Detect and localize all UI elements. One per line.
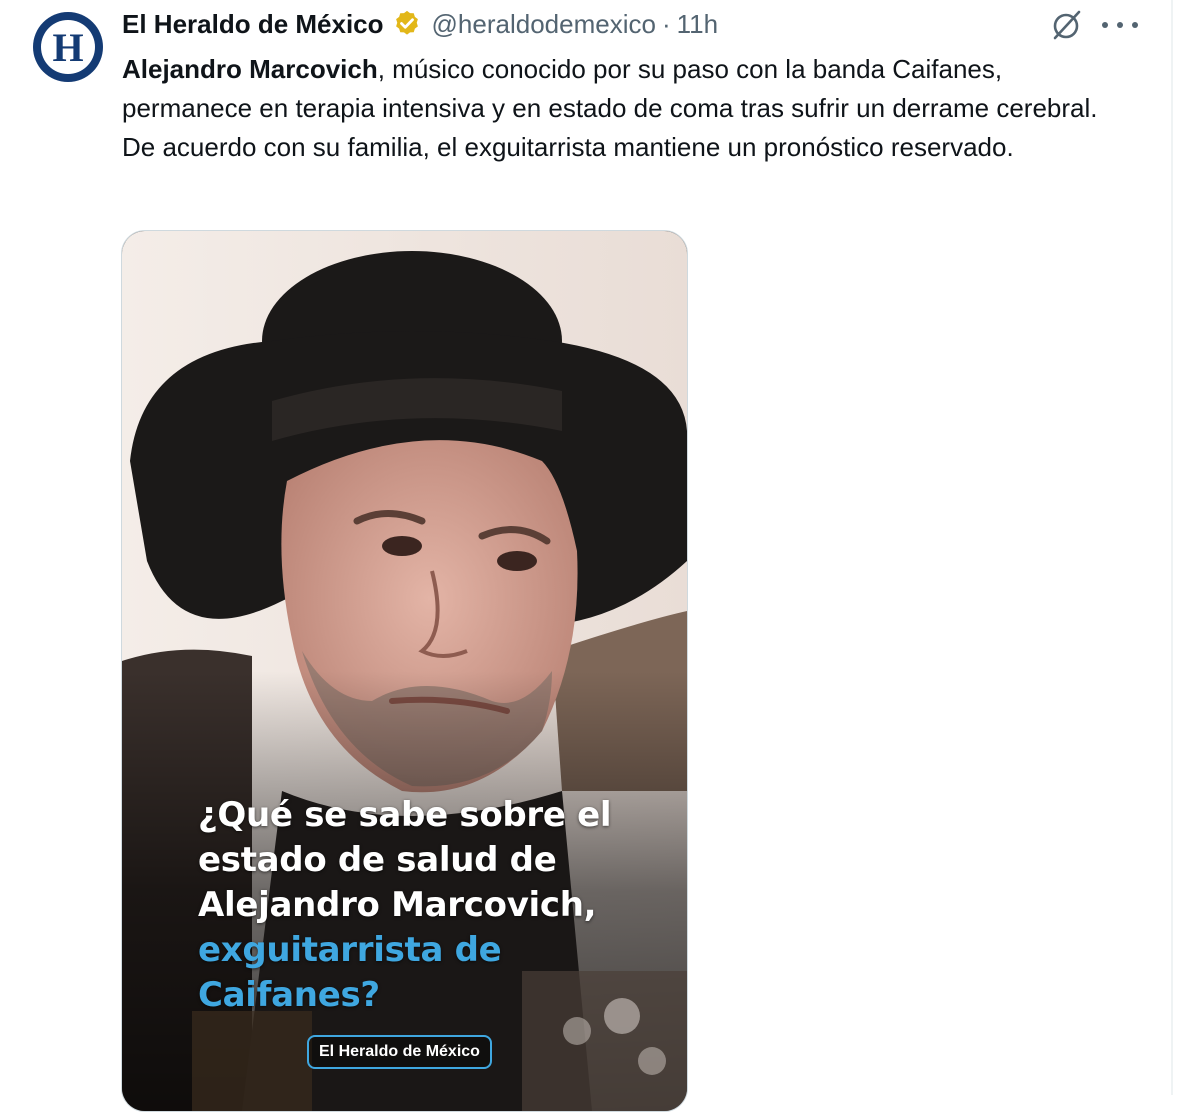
tweet-text: Alejandro Marcovich, músico conocido por…	[122, 50, 1132, 167]
tweet-text-bold[interactable]: Alejandro Marcovich	[122, 54, 378, 84]
avatar-logo: H	[41, 20, 95, 74]
video-caption-line-2: estado de salud de	[198, 840, 557, 880]
verified-badge-icon[interactable]	[392, 9, 422, 39]
video-caption-line-1: ¿Qué se sabe sobre el	[198, 795, 612, 835]
more-options-icon[interactable]	[1102, 12, 1138, 38]
video-caption-line-3: Alejandro Marcovich,	[198, 885, 597, 925]
tweet-video[interactable]: ¿Qué se sabe sobre el estado de salud de…	[121, 230, 688, 1112]
avatar[interactable]: H	[33, 12, 103, 82]
video-caption-line-4: exguitarrista de Caifanes?	[198, 930, 502, 1015]
timestamp[interactable]: 11h	[677, 9, 718, 40]
grok-icon[interactable]	[1050, 8, 1084, 42]
timeline-border	[1171, 0, 1173, 1095]
video-watermark-logo: El Heraldo de México	[307, 1035, 492, 1069]
author-name[interactable]: El Heraldo de México	[122, 9, 384, 40]
separator-dot: ·	[661, 8, 671, 39]
tweet-header: El Heraldo de México @heraldodemexico · …	[122, 4, 718, 44]
video-caption-overlay: ¿Qué se sabe sobre el estado de salud de…	[198, 793, 668, 1018]
author-handle[interactable]: @heraldodemexico	[432, 9, 656, 40]
